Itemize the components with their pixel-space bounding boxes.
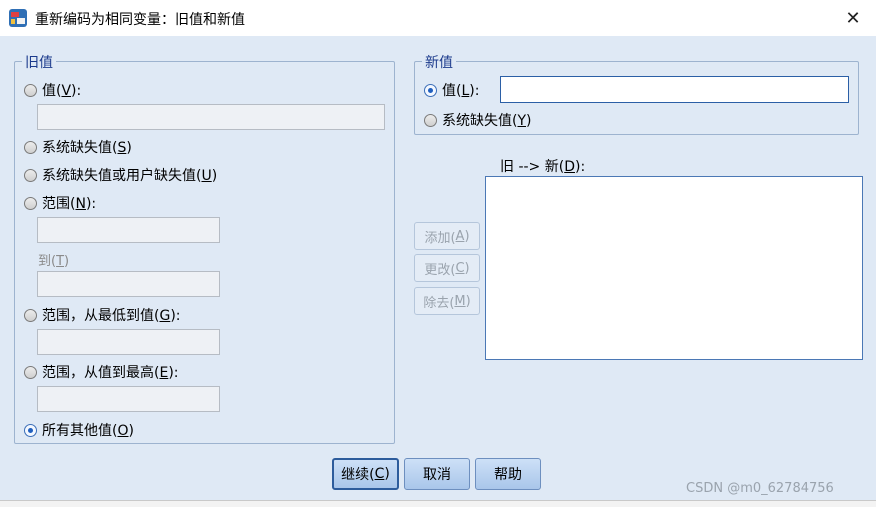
- new-sysmis-radio-label: 系统缺失值(Y): [442, 113, 532, 129]
- old-range-highest-radio-label: 范围，从值到最高(E):: [42, 365, 179, 381]
- close-button[interactable]: ✕: [830, 0, 876, 36]
- radio-checked-icon: [424, 83, 437, 97]
- old-all-other-radio-label: 所有其他值(O): [42, 423, 134, 439]
- mapping-listbox[interactable]: [485, 176, 863, 360]
- range-to-label: 到(T): [38, 254, 70, 269]
- help-button[interactable]: 帮助: [475, 458, 541, 490]
- old-range-lowest-radio-label: 范围，从最低到值(G):: [42, 308, 181, 324]
- radio-icon: [24, 196, 37, 210]
- old-range-highest-radio[interactable]: 范围，从值到最高(E):: [24, 362, 179, 382]
- old-range-radio[interactable]: 范围(N):: [24, 193, 96, 213]
- add-button[interactable]: 添加(A): [414, 222, 480, 250]
- old-range-lowest-radio[interactable]: 范围，从最低到值(G):: [24, 305, 181, 325]
- radio-icon: [424, 113, 437, 127]
- bottom-strip: [0, 500, 876, 507]
- new-sysmis-radio[interactable]: 系统缺失值(Y): [424, 110, 532, 130]
- radio-icon: [24, 83, 37, 97]
- radio-checked-icon: [24, 423, 37, 437]
- change-button[interactable]: 更改(C): [414, 254, 480, 282]
- title-bar: 重新编码为相同变量：旧值和新值 ✕: [0, 0, 876, 36]
- old-sysmis-radio[interactable]: 系统缺失值(S): [24, 137, 132, 157]
- watermark: CSDN @m0_62784756: [686, 481, 834, 496]
- dialog-body: 旧值 值(V): 系统缺失值(S) 系统缺失值或用户缺失值(U) 范围(N): …: [0, 36, 876, 500]
- range-from-input[interactable]: [37, 217, 220, 243]
- old-value-radio[interactable]: 值(V):: [24, 80, 81, 100]
- old-range-radio-label: 范围(N):: [42, 196, 97, 212]
- old-value-input[interactable]: [37, 104, 385, 130]
- old-value-legend: 旧值: [22, 52, 56, 72]
- old-sysmis-radio-label: 系统缺失值(S): [42, 140, 132, 156]
- new-value-radio[interactable]: 值(L):: [424, 80, 479, 100]
- range-lowest-input[interactable]: [37, 329, 220, 355]
- range-highest-input[interactable]: [37, 386, 220, 412]
- app-icon: [9, 9, 27, 27]
- new-value-legend: 新值: [422, 52, 456, 72]
- remove-button[interactable]: 除去(M): [414, 287, 480, 315]
- radio-icon: [24, 168, 37, 182]
- continue-button[interactable]: 继续(C): [332, 458, 399, 490]
- cancel-button[interactable]: 取消: [404, 458, 470, 490]
- old-all-other-radio[interactable]: 所有其他值(O): [24, 420, 134, 440]
- old-sysmis-or-user-radio-label: 系统缺失值或用户缺失值(U): [42, 168, 218, 184]
- window-title: 重新编码为相同变量：旧值和新值: [35, 12, 245, 28]
- mapping-list-label: 旧 --> 新(D):: [500, 159, 586, 175]
- radio-icon: [24, 140, 37, 154]
- new-value-radio-label: 值(L):: [442, 83, 480, 99]
- new-value-input[interactable]: [500, 76, 849, 103]
- old-value-radio-label: 值(V):: [42, 83, 82, 99]
- radio-icon: [24, 365, 37, 379]
- close-icon: ✕: [845, 7, 861, 29]
- old-sysmis-or-user-radio[interactable]: 系统缺失值或用户缺失值(U): [24, 165, 217, 185]
- range-to-input[interactable]: [37, 271, 220, 297]
- radio-icon: [24, 308, 37, 322]
